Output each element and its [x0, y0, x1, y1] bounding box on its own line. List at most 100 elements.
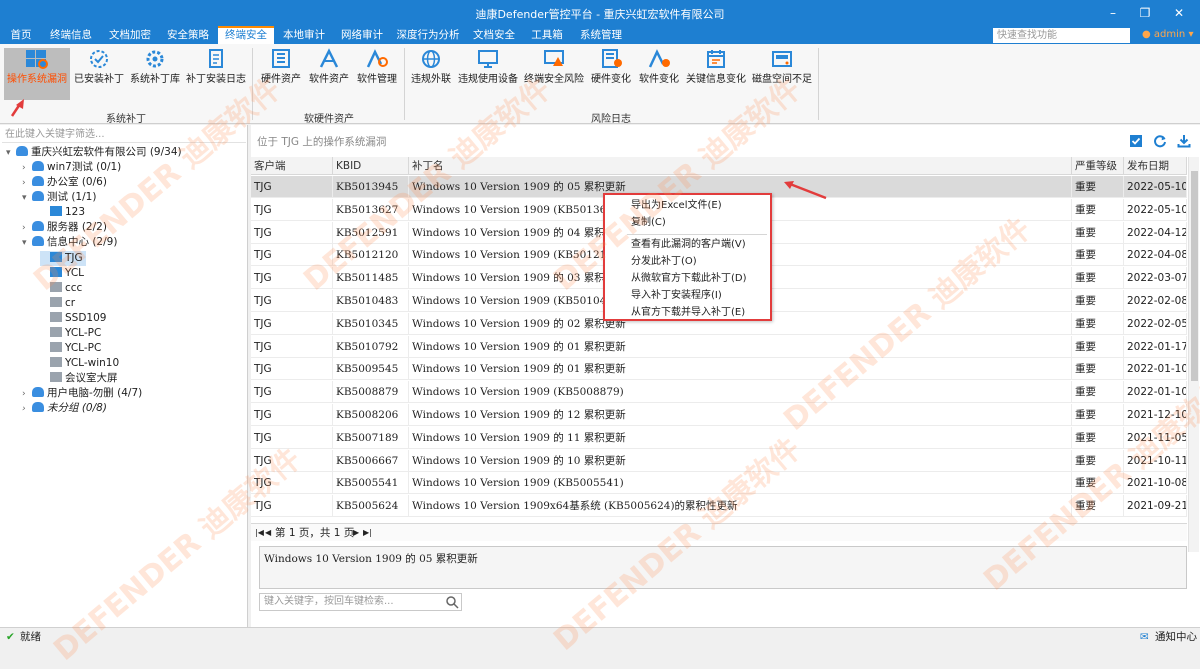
keyword-search-input[interactable]: 键入关键字，按回车键检索... [259, 593, 462, 611]
disk-space-low-button[interactable]: 磁盘空间不足 [750, 48, 814, 100]
download-icon[interactable] [1177, 134, 1191, 148]
menu-network-audit[interactable]: 网络审计 [334, 26, 390, 44]
patch-install-log-button[interactable]: 补丁安装日志 [184, 48, 248, 100]
tree-node-cr[interactable]: cr [40, 296, 75, 311]
column-severity[interactable]: 严重等级 [1072, 157, 1124, 175]
group-risk-log: 风险日志 [591, 114, 631, 125]
column-release-date[interactable]: 发布日期 [1124, 157, 1187, 175]
table-row[interactable]: TJG KB5007189 Windows 10 Version 1909 的 11… [251, 426, 1187, 449]
tree-filter-input[interactable]: 在此键入关键字筛选... [2, 127, 246, 143]
tree-node-win7[interactable]: › win7测试 (0/1) [22, 160, 121, 175]
menu-export-excel[interactable]: 导出为Excel文件(E) [631, 197, 722, 214]
tree-node-ssd109[interactable]: SSD109 [40, 311, 106, 326]
tree-node-user-pc[interactable]: › 用户电脑-勿删 (4/7) [22, 386, 142, 401]
prev-page-icon[interactable]: ◀ [265, 524, 271, 542]
user-menu[interactable]: ● admin ▾ [1142, 27, 1193, 43]
tree-node-ccc[interactable]: ccc [40, 281, 82, 296]
table-row[interactable]: TJG KB5005624 Windows 10 Version 1909x64基系… [251, 495, 1187, 518]
tree-node-ycl[interactable]: YCL [40, 266, 84, 281]
restore-icon[interactable]: ❐ [1136, 4, 1154, 22]
menu-download-ms[interactable]: 从微软官方下载此补丁(D) [631, 270, 747, 287]
expand-icon[interactable]: › [22, 402, 32, 417]
menu-copy[interactable]: 复制(C) [631, 214, 666, 231]
collapse-icon[interactable]: ▾ [22, 191, 32, 206]
window-title: 迪康Defender管控平台 - 重庆兴虹宏软件有限公司 [475, 8, 725, 21]
illegal-device-button[interactable]: 违规使用设备 [456, 48, 520, 100]
tree-node-meeting-screen[interactable]: 会议室大屏 [40, 371, 118, 386]
table-row[interactable]: TJG KB5005541 Windows 10 Version 1909 (KB5… [251, 472, 1187, 495]
menu-home[interactable]: 首页 [2, 26, 40, 44]
table-row[interactable]: TJG KB5010792 Windows 10 Version 1909 的 01… [251, 335, 1187, 358]
menu-doc-encryption[interactable]: 文档加密 [102, 26, 158, 44]
hardware-asset-button[interactable]: 硬件资产 [258, 48, 304, 100]
tree-node-123[interactable]: 123 [40, 205, 85, 220]
first-page-icon[interactable]: |◀ [255, 524, 264, 542]
menu-download-import[interactable]: 从官方下载并导入补丁(E) [631, 304, 745, 321]
tree-node-ycl-pc-2[interactable]: YCL-PC [40, 341, 101, 356]
menu-security-policy[interactable]: 安全策略 [160, 26, 216, 44]
close-icon[interactable]: ✕ [1170, 4, 1188, 22]
menu-deep-behavior[interactable]: 深度行为分析 [392, 26, 464, 44]
checkbox-icon[interactable] [1129, 134, 1143, 148]
column-kbid[interactable]: KBID [333, 157, 409, 175]
client-cell: TJG [251, 449, 333, 472]
tree-node-tjg[interactable]: TJG [40, 251, 86, 266]
collapse-icon[interactable]: ▾ [22, 236, 32, 251]
table-row[interactable]: TJG KB5006667 Windows 10 Version 1909 的 10… [251, 449, 1187, 472]
vertical-scrollbar[interactable] [1188, 157, 1199, 552]
last-page-icon[interactable]: ▶| [363, 524, 372, 542]
scrollbar-thumb[interactable] [1191, 171, 1198, 381]
tree-node-company[interactable]: ▾ 重庆兴虹宏软件有限公司 (9/34) [6, 145, 182, 160]
next-page-icon[interactable]: ▶ [353, 524, 359, 542]
menu-terminal-security[interactable]: 终端安全 [218, 26, 274, 44]
software-asset-button[interactable]: 软件资产 [306, 48, 352, 100]
tree-node-ycl-pc[interactable]: YCL-PC [40, 326, 101, 341]
refresh-icon[interactable] [1153, 134, 1167, 148]
key-info-change-button[interactable]: 关键信息变化 [684, 48, 748, 100]
software-manage-button[interactable]: 软件管理 [354, 48, 400, 100]
table-row[interactable]: TJG KB5008879 Windows 10 Version 1909 (KB5… [251, 381, 1187, 404]
terminal-risk-button[interactable]: 终端安全风险 [522, 48, 586, 100]
column-patch-name[interactable]: 补丁名 [409, 157, 1072, 175]
os-vulnerability-button[interactable]: 操作系统漏洞 [4, 48, 70, 100]
quick-search-input[interactable]: 快速查找功能 [993, 28, 1130, 43]
tree-node-server[interactable]: › 服务器 (2/2) [22, 220, 107, 235]
severity-cell: 重要 [1072, 426, 1124, 449]
tree-node-test[interactable]: ▾ 测试 (1/1) [22, 190, 96, 205]
patch-library-button[interactable]: 系统补丁库 [128, 48, 182, 100]
software-change-button[interactable]: 软件变化 [636, 48, 682, 100]
expand-icon[interactable]: › [22, 221, 32, 236]
hardware-change-button[interactable]: 硬件变化 [588, 48, 634, 100]
globe-icon [422, 50, 440, 68]
collapse-icon[interactable]: ▾ [6, 146, 16, 161]
illegal-outreach-button[interactable]: 违规外联 [408, 48, 454, 100]
expand-icon[interactable]: › [22, 176, 32, 191]
patch-name-cell: Windows 10 Version 1909 的 11 累积更新 [409, 426, 1072, 449]
minimize-icon[interactable]: – [1104, 4, 1122, 22]
kbid-cell: KB5005541 [333, 472, 409, 495]
menu-doc-security[interactable]: 文档安全 [466, 26, 522, 44]
tree-node-ycl-win10[interactable]: YCL-win10 [40, 356, 119, 371]
tree-node-ungrouped[interactable]: › 未分组 (0/8) [22, 401, 107, 416]
table-row[interactable]: TJG KB5008206 Windows 10 Version 1909 的 12… [251, 404, 1187, 426]
notification-center[interactable]: 通知中心 [1155, 628, 1197, 646]
search-icon[interactable] [445, 595, 460, 609]
severity-cell: 重要 [1072, 358, 1124, 381]
tree-node-office[interactable]: › 办公室 (0/6) [22, 175, 107, 190]
tree-node-info-center[interactable]: ▾ 信息中心 (2/9) [22, 235, 117, 250]
menu-local-audit[interactable]: 本地审计 [276, 26, 332, 44]
patch-name-cell: Windows 10 Version 1909 的 01 累积更新 [409, 335, 1072, 358]
menu-toolbox[interactable]: 工具箱 [524, 26, 570, 44]
installed-patch-button[interactable]: 已安装补丁 [72, 48, 126, 100]
menu-terminal-info[interactable]: 终端信息 [42, 26, 100, 44]
menu-distribute-patch[interactable]: 分发此补丁(O) [631, 253, 697, 270]
computer-offline-icon [50, 297, 62, 307]
column-client[interactable]: 客户端 [251, 157, 333, 175]
menu-import-installer[interactable]: 导入补丁安装程序(I) [631, 287, 722, 304]
menu-system-manage[interactable]: 系统管理 [572, 26, 630, 44]
menu-view-clients[interactable]: 查看有此漏洞的客户端(V) [631, 236, 746, 253]
expand-icon[interactable]: › [22, 387, 32, 402]
table-row[interactable]: TJG KB5009545 Windows 10 Version 1909 的 01… [251, 358, 1187, 381]
expand-icon[interactable]: › [22, 161, 32, 176]
group-asset: 软硬件资产 [304, 114, 354, 125]
